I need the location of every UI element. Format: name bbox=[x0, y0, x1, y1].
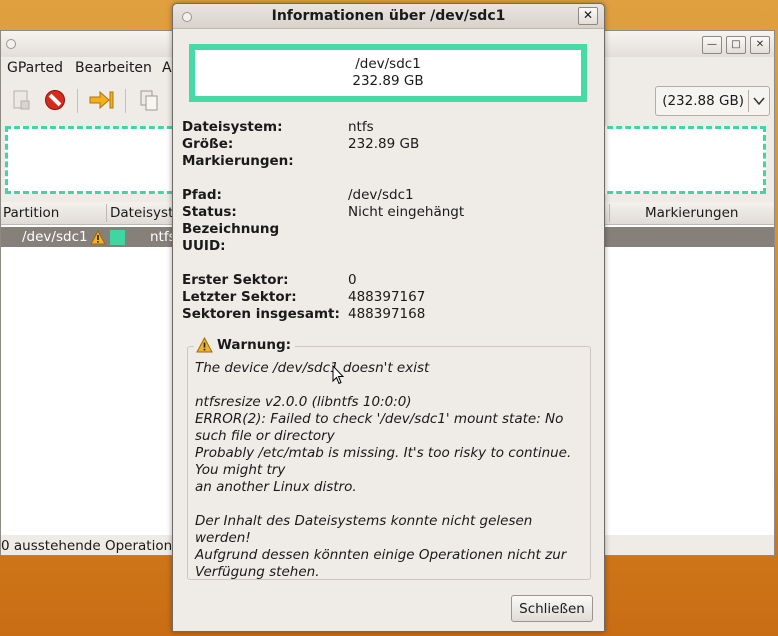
uuid-label: UUID: bbox=[182, 238, 226, 254]
delete-icon[interactable] bbox=[41, 87, 69, 113]
path-row: Pfad: /dev/sdc1 bbox=[182, 187, 594, 204]
warning-title: Warnung: bbox=[217, 337, 292, 353]
flags-label: Markierungen: bbox=[182, 153, 294, 169]
size-label: Größe: bbox=[182, 136, 234, 152]
device-selector-label: (232.88 GB) bbox=[662, 93, 744, 109]
close-icon[interactable]: ✕ bbox=[578, 7, 598, 25]
partition-info-dialog: Informationen über /dev/sdc1 ✕ /dev/sdc1… bbox=[172, 3, 605, 632]
window-menu-icon[interactable] bbox=[6, 39, 16, 49]
dialog-title: Informationen über /dev/sdc1 bbox=[271, 8, 506, 24]
flags-row: Markierungen: bbox=[182, 153, 594, 170]
close-icon[interactable]: ✕ bbox=[750, 36, 770, 54]
filesystem-row: Dateisystem: ntfs bbox=[182, 119, 594, 136]
warning-frame: Warnung: The device /dev/sdc1 doesn't ex… bbox=[187, 337, 591, 580]
new-partition-icon[interactable] bbox=[7, 87, 35, 113]
chevron-down-icon bbox=[753, 97, 765, 106]
copy-icon[interactable] bbox=[135, 87, 163, 113]
column-partition[interactable]: Partition bbox=[3, 205, 59, 221]
last-sector-label: Letzter Sektor: bbox=[182, 289, 297, 305]
warning-icon bbox=[196, 337, 213, 353]
last-sector-row: Letzter Sektor: 488397167 bbox=[182, 289, 594, 306]
first-sector-row: Erster Sektor: 0 bbox=[182, 272, 594, 289]
menu-gparted[interactable]: GParted bbox=[7, 60, 63, 76]
status-text: 0 ausstehende Operatione bbox=[1, 538, 181, 554]
warning-icon bbox=[90, 230, 106, 245]
path-value: /dev/sdc1 bbox=[348, 187, 414, 203]
dialog-titlebar[interactable]: Informationen über /dev/sdc1 ✕ bbox=[173, 4, 604, 29]
maximize-icon[interactable]: □ bbox=[726, 36, 746, 54]
mouse-cursor-icon bbox=[332, 365, 344, 385]
total-sectors-label: Sektoren insgesamt: bbox=[182, 306, 340, 322]
filesystem-color-swatch bbox=[110, 230, 125, 245]
menu-edit[interactable]: Bearbeiten bbox=[75, 60, 152, 76]
resize-move-icon[interactable] bbox=[87, 87, 115, 113]
close-button-label: Schließen bbox=[519, 600, 585, 617]
close-button[interactable]: Schließen bbox=[511, 595, 593, 622]
minimize-icon[interactable]: — bbox=[702, 36, 722, 54]
column-filesystem[interactable]: Dateisyste bbox=[110, 205, 182, 221]
last-sector-value: 488397167 bbox=[348, 289, 426, 305]
size-value: 232.89 GB bbox=[348, 136, 420, 152]
filesystem-value: ntfs bbox=[348, 119, 374, 135]
uuid-row: UUID: bbox=[182, 238, 594, 255]
status-value: Nicht eingehängt bbox=[348, 204, 465, 220]
warning-header: Warnung: bbox=[194, 337, 296, 353]
partition-graphic: /dev/sdc1 232.89 GB bbox=[189, 44, 587, 102]
first-sector-label: Erster Sektor: bbox=[182, 272, 289, 288]
total-sectors-row: Sektoren insgesamt: 488397168 bbox=[182, 306, 594, 323]
column-flags[interactable]: Markierungen bbox=[645, 205, 738, 221]
filesystem-label: Dateisystem: bbox=[182, 119, 283, 135]
device-size: 232.89 GB bbox=[352, 73, 424, 89]
path-label: Pfad: bbox=[182, 187, 222, 203]
menu-view[interactable]: A bbox=[162, 60, 172, 76]
size-row: Größe: 232.89 GB bbox=[182, 136, 594, 153]
status-label: Status: bbox=[182, 204, 237, 220]
device-path: /dev/sdc1 bbox=[355, 56, 421, 72]
total-sectors-value: 488397168 bbox=[348, 306, 426, 322]
status-row: Status: Nicht eingehängt bbox=[182, 204, 594, 221]
device-selector[interactable]: (232.88 GB) bbox=[655, 86, 770, 116]
label-row: Bezeichnung bbox=[182, 221, 594, 238]
label-label: Bezeichnung bbox=[182, 221, 280, 237]
warning-message: The device /dev/sdc1 doesn't exist ntfsr… bbox=[195, 360, 572, 580]
first-sector-value: 0 bbox=[348, 272, 357, 288]
row-partition: /dev/sdc1 bbox=[22, 229, 88, 245]
